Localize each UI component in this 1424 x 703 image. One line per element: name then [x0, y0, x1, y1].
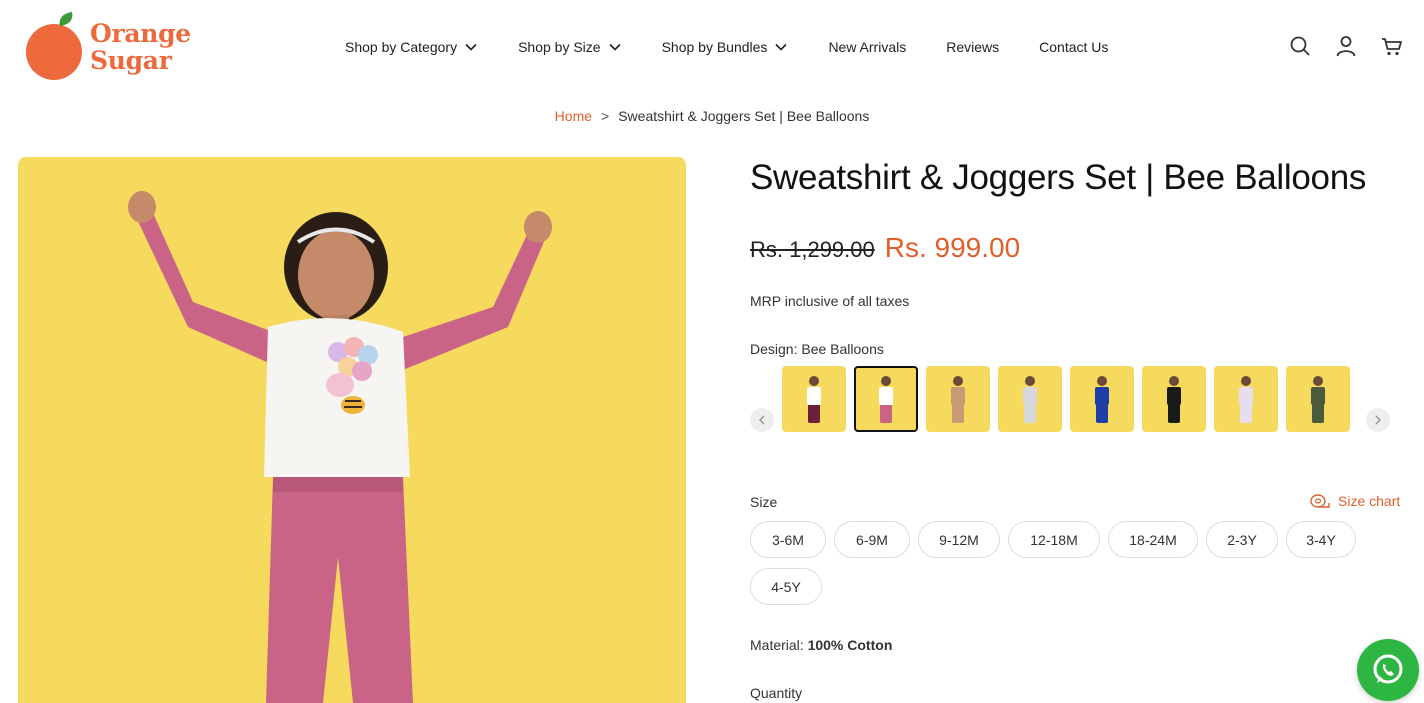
chevron-down-icon	[464, 40, 478, 54]
nav-label: New Arrivals	[828, 39, 907, 55]
size-option[interactable]: 4-5Y	[750, 568, 822, 605]
design-swatch-carousel	[750, 366, 1392, 434]
swatch-thumbnail	[879, 376, 893, 424]
product-photo	[18, 157, 686, 703]
material-info: Material: 100% Cotton	[750, 637, 892, 653]
nav-shop-by-size[interactable]: Shop by Size	[518, 36, 622, 58]
swatch-thumbnail	[1311, 376, 1325, 424]
chevron-down-icon	[774, 40, 788, 54]
brand-line-2: Sugar	[90, 46, 172, 75]
brand-line-1: Orange	[90, 19, 191, 48]
breadcrumb: Home > Sweatshirt & Joggers Set | Bee Ball…	[0, 108, 1424, 124]
search-icon[interactable]	[1288, 34, 1312, 58]
size-label: Size	[750, 494, 778, 510]
material-value: 100% Cotton	[807, 637, 893, 653]
nav-shop-by-category[interactable]: Shop by Category	[345, 36, 478, 58]
size-option[interactable]: 6-9M	[834, 521, 910, 558]
chevron-left-icon	[758, 415, 765, 425]
nav-shop-by-bundles[interactable]: Shop by Bundles	[662, 36, 789, 58]
nav-label: Contact Us	[1039, 39, 1109, 55]
quantity-label: Quantity	[750, 685, 803, 701]
design-swatch[interactable]	[1214, 366, 1278, 432]
carousel-prev-button[interactable]	[750, 408, 774, 432]
nav-new-arrivals[interactable]: New Arrivals	[828, 36, 906, 58]
nav-label: Shop by Size	[518, 39, 601, 55]
size-option[interactable]: 3-4Y	[1286, 521, 1356, 558]
nav-label: Shop by Category	[345, 39, 458, 55]
nav-label: Shop by Bundles	[661, 39, 768, 55]
header-actions	[1288, 34, 1404, 58]
site-header: Orange Sugar Shop by Category Shop by Si…	[0, 0, 1424, 95]
swatch-thumbnail	[1023, 376, 1037, 424]
chevron-right-icon	[1375, 415, 1382, 425]
product-title: Sweatshirt & Joggers Set | Bee Balloons	[750, 158, 1367, 197]
size-chart-link[interactable]: Size chart	[1310, 493, 1400, 509]
brand-name: Orange Sugar	[90, 20, 191, 74]
size-chart-label: Size chart	[1338, 493, 1401, 509]
product-main-image[interactable]	[18, 157, 686, 703]
nav-label: Reviews	[946, 39, 1000, 55]
leaf-icon	[56, 11, 76, 27]
size-option[interactable]: 12-18M	[1008, 521, 1100, 558]
swatch-thumbnail	[1095, 376, 1109, 424]
size-options: 3-6M 6-9M 9-12M 12-18M 18-24M 2-3Y 3-4Y 4-5Y	[750, 521, 1410, 605]
whatsapp-icon	[1373, 654, 1403, 684]
nav-reviews[interactable]: Reviews	[946, 36, 999, 58]
compare-at-price: Rs. 1,299.00	[750, 237, 875, 262]
measuring-tape-icon	[1310, 494, 1330, 508]
design-swatch[interactable]	[782, 366, 846, 432]
orange-logo-mark	[26, 24, 82, 80]
brand-logo[interactable]: Orange Sugar	[26, 11, 191, 82]
swatch-thumbnail	[951, 376, 965, 424]
breadcrumb-current: Sweatshirt & Joggers Set | Bee Balloons	[618, 108, 870, 124]
size-option[interactable]: 3-6M	[750, 521, 826, 558]
size-option[interactable]: 18-24M	[1108, 521, 1198, 558]
design-swatch[interactable]	[854, 366, 918, 432]
material-label: Material:	[750, 637, 804, 653]
sale-price: Rs. 999.00	[884, 232, 1021, 263]
design-swatch[interactable]	[926, 366, 990, 432]
swatch-thumbnail	[1239, 376, 1253, 424]
size-option[interactable]: 2-3Y	[1206, 521, 1278, 558]
swatch-thumbnail	[1167, 376, 1181, 424]
whatsapp-chat-button[interactable]	[1357, 639, 1419, 701]
size-option[interactable]: 9-12M	[918, 521, 1000, 558]
tax-note: MRP inclusive of all taxes	[750, 293, 910, 309]
main-nav: Shop by Category Shop by Size Shop by Bu…	[345, 36, 1108, 58]
breadcrumb-separator: >	[601, 108, 610, 124]
design-swatches	[782, 366, 1350, 432]
price-block: Rs. 1,299.00 Rs. 999.00	[750, 232, 1020, 264]
breadcrumb-home[interactable]: Home	[555, 108, 592, 124]
design-swatch[interactable]	[1070, 366, 1134, 432]
nav-contact-us[interactable]: Contact Us	[1039, 36, 1108, 58]
carousel-next-button[interactable]	[1366, 408, 1390, 432]
design-swatch[interactable]	[998, 366, 1062, 432]
cart-icon[interactable]	[1380, 34, 1404, 58]
design-swatch[interactable]	[1142, 366, 1206, 432]
account-icon[interactable]	[1334, 34, 1358, 58]
design-swatch[interactable]	[1286, 366, 1350, 432]
design-label: Design: Bee Balloons	[750, 341, 884, 357]
chevron-down-icon	[608, 40, 622, 54]
swatch-thumbnail	[807, 376, 821, 424]
